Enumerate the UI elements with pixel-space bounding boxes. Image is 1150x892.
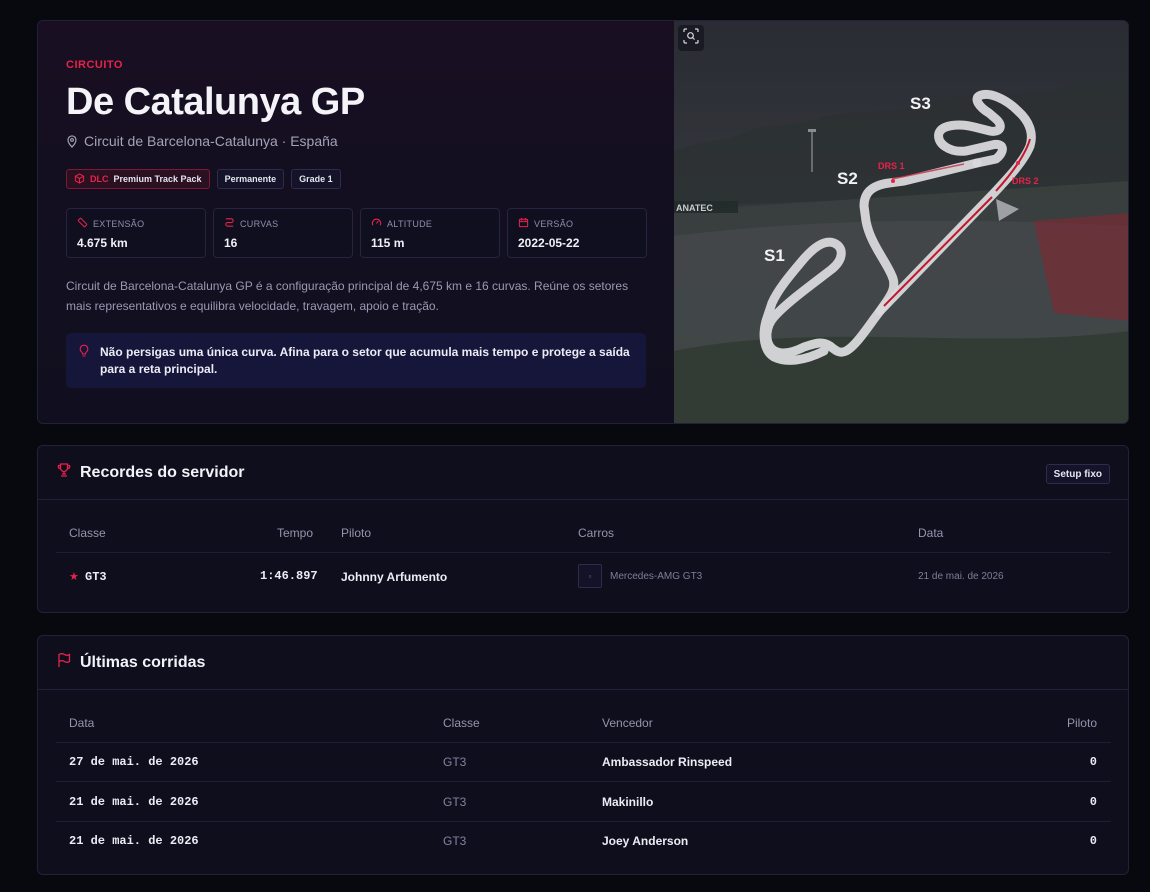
tip-text: Não persigas uma única curva. Afina para… xyxy=(100,345,630,376)
curves-icon xyxy=(224,217,235,230)
stat-curves: CURVAS 16 xyxy=(213,208,353,258)
dlc-label: DLC xyxy=(90,174,109,184)
col-piloto[interactable]: Piloto xyxy=(341,526,371,540)
header-divider xyxy=(56,552,1111,553)
stat-version-value: 2022-05-22 xyxy=(518,236,580,250)
track-layout-map: DRS 1 DRS 2 S1 S2 S3 xyxy=(759,90,1039,365)
race-winner[interactable]: Ambassador Rinspeed xyxy=(602,755,732,769)
track-info-panel: CIRCUITO De Catalunya GP Circuit de Barc… xyxy=(38,21,674,423)
race-class: GT3 xyxy=(443,755,467,769)
col-carros[interactable]: Carros xyxy=(578,526,614,540)
location-text: Circuit de Barcelona-Catalunya · España xyxy=(84,133,338,149)
record-time: 1:46.897 xyxy=(260,569,318,583)
col-data[interactable]: Data xyxy=(918,526,943,540)
record-car: Mercedes-AMG GT3 xyxy=(610,571,703,582)
trophy-icon xyxy=(56,462,72,483)
package-icon xyxy=(74,172,85,186)
car-thumbnail-icon: ▫ xyxy=(578,564,602,588)
race-drivers: 0 xyxy=(1089,795,1097,809)
sector-1-label: S1 xyxy=(764,246,785,265)
stat-length-value: 4.675 km xyxy=(77,236,128,250)
col-piloto[interactable]: Piloto xyxy=(1067,716,1097,730)
race-winner[interactable]: Joey Anderson xyxy=(602,834,688,848)
record-class: GT3 xyxy=(85,570,107,584)
stat-version: VERSÃO 2022-05-22 xyxy=(507,208,647,258)
start-direction-arrow xyxy=(996,199,1019,221)
record-driver[interactable]: Johnny Arfumento xyxy=(341,570,447,584)
race-date: 27 de mai. de 2026 xyxy=(69,755,199,769)
row-divider xyxy=(56,781,1111,782)
stat-version-label: VERSÃO xyxy=(534,218,574,229)
records-title: Recordes do servidor xyxy=(80,463,245,481)
star-icon: ★ xyxy=(69,571,79,583)
track-map-panel[interactable]: ANATEC DRS 1 DRS 2 S1 S2 S3 xyxy=(674,21,1128,423)
track-tags: DLC Premium Track Pack Permanente Grade … xyxy=(66,169,341,189)
setup-fixed-badge[interactable]: Setup fixo xyxy=(1045,464,1110,484)
stat-altitude-label: ALTITUDE xyxy=(387,218,433,229)
zoom-map-button[interactable] xyxy=(678,25,704,51)
header-divider xyxy=(56,742,1111,743)
stat-curves-label: CURVAS xyxy=(240,218,279,229)
stat-curves-value: 16 xyxy=(224,236,238,250)
col-tempo[interactable]: Tempo xyxy=(277,526,313,540)
eyebrow-label: CIRCUITO xyxy=(66,59,123,71)
lightbulb-icon xyxy=(78,344,90,388)
drs-2-label: DRS 2 xyxy=(1012,176,1039,186)
stat-length-label: EXTENSÃO xyxy=(93,218,145,229)
race-class: GT3 xyxy=(443,834,467,848)
track-title: De Catalunya GP xyxy=(66,81,365,123)
map-pin-icon xyxy=(66,134,78,148)
col-vencedor[interactable]: Vencedor xyxy=(602,716,653,730)
gauge-icon xyxy=(371,217,382,230)
race-drivers: 0 xyxy=(1089,834,1097,848)
dlc-name: Premium Track Pack xyxy=(113,174,202,184)
server-records-card: Recordes do servidor Setup fixo Classe T… xyxy=(37,445,1129,613)
dlc-tag: DLC Premium Track Pack xyxy=(66,169,210,189)
records-header: Recordes do servidor xyxy=(38,446,1128,500)
latest-races-card: Últimas corridas Data Classe Vencedor Pi… xyxy=(37,635,1129,875)
stat-altitude: ALTITUDE 115 m xyxy=(360,208,500,258)
track-type-tag: Permanente xyxy=(216,169,285,189)
col-classe[interactable]: Classe xyxy=(69,526,106,540)
zoom-scan-icon xyxy=(683,27,699,49)
col-classe[interactable]: Classe xyxy=(443,716,480,730)
track-description: Circuit de Barcelona-Catalunya GP é a co… xyxy=(66,279,629,313)
race-date: 21 de mai. de 2026 xyxy=(69,795,199,809)
stat-altitude-value: 115 m xyxy=(371,236,405,250)
track-stats: EXTENSÃO 4.675 km CURVAS 16 ALTITUDE 115… xyxy=(66,208,647,258)
sector-3-label: S3 xyxy=(910,94,931,113)
record-date: 21 de mai. de 2026 xyxy=(918,571,1004,582)
drs-1-label: DRS 1 xyxy=(878,161,905,171)
stat-length: EXTENSÃO 4.675 km xyxy=(66,208,206,258)
ruler-icon xyxy=(77,217,88,230)
track-location: Circuit de Barcelona-Catalunya · España xyxy=(66,133,338,149)
races-title: Últimas corridas xyxy=(80,653,206,671)
race-date: 21 de mai. de 2026 xyxy=(69,834,199,848)
track-tip: Não persigas uma única curva. Afina para… xyxy=(66,333,646,388)
flag-icon xyxy=(56,652,72,673)
track-grade-tag: Grade 1 xyxy=(291,169,341,189)
row-divider xyxy=(56,821,1111,822)
races-header: Últimas corridas xyxy=(38,636,1128,690)
calendar-icon xyxy=(518,217,529,230)
race-class: GT3 xyxy=(443,795,467,809)
track-hero-card: CIRCUITO De Catalunya GP Circuit de Barc… xyxy=(37,20,1129,424)
race-drivers: 0 xyxy=(1089,755,1097,769)
col-data[interactable]: Data xyxy=(69,716,94,730)
sector-2-label: S2 xyxy=(837,169,858,188)
race-winner[interactable]: Makinillo xyxy=(602,795,653,809)
